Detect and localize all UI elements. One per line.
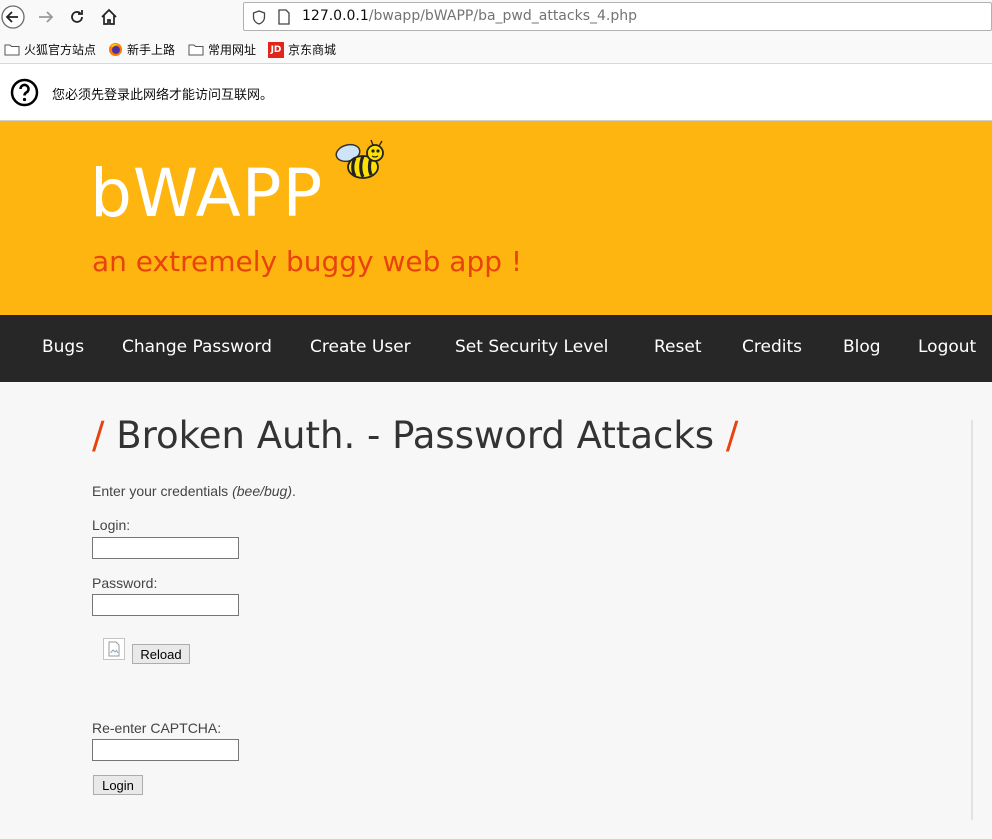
login-input[interactable] (92, 537, 239, 559)
bookmark-label: 常用网址 (208, 43, 257, 57)
home-icon (101, 8, 117, 25)
browser-toolbar: 127.0.0.1/bwapp/bWAPP/ba_pwd_attacks_4.p… (0, 0, 992, 34)
url-path: /bwapp/bWAPP/ba_pwd_attacks_4.php (368, 8, 637, 24)
intro-period: . (292, 483, 296, 499)
notice-message: 您必须先登录此网络才能访问互联网。 (52, 88, 274, 103)
content-edge (971, 420, 973, 820)
bookmark-item[interactable]: 常用网址 (188, 41, 256, 58)
home-button[interactable] (96, 4, 122, 30)
bookmark-item[interactable]: JD 京东商城 (268, 41, 336, 58)
page-title: / Broken Auth. - Password Attacks / (92, 414, 738, 457)
question-icon (10, 78, 39, 107)
main-content: / Broken Auth. - Password Attacks / Ente… (0, 382, 992, 839)
folder-icon (4, 44, 20, 56)
title-slash: / (92, 414, 105, 457)
menu-item-blog[interactable]: Blog (843, 337, 881, 357)
back-button[interactable] (0, 4, 26, 30)
menu-item-create-user[interactable]: Create User (310, 337, 411, 357)
jd-icon: JD (268, 41, 284, 58)
title-slash: / (725, 414, 739, 457)
bee-icon (335, 139, 384, 179)
intro-text: Enter your credentials (bee/bug). (92, 483, 296, 499)
login-label: Login: (92, 517, 131, 533)
title-text: Broken Auth. - Password Attacks (116, 414, 715, 457)
reload-captcha-button[interactable]: Reload (132, 644, 190, 664)
url-host: 127.0.0.1 (302, 8, 369, 24)
menu-item-reset[interactable]: Reset (654, 337, 702, 357)
bookmark-label: 新手上路 (127, 43, 176, 57)
login-button[interactable]: Login (93, 775, 143, 795)
intro-label: Enter your credentials (92, 483, 233, 499)
password-input[interactable] (92, 594, 239, 616)
url-text: 127.0.0.1/bwapp/bWAPP/ba_pwd_attacks_4.p… (302, 8, 637, 24)
site-logo: bWAPP (90, 155, 324, 232)
broken-image-icon (108, 641, 120, 657)
site-tagline: an extremely buggy web app ! (92, 245, 523, 278)
password-label: Password: (92, 575, 158, 591)
forward-arrow-icon (39, 11, 54, 23)
forward-button[interactable] (33, 4, 59, 30)
reload-page-button[interactable] (64, 4, 90, 30)
firefox-icon (108, 42, 123, 57)
captive-portal-notice: 您必须先登录此网络才能访问互联网。 (0, 64, 992, 121)
shield-icon (252, 10, 266, 25)
menu-item-bugs[interactable]: Bugs (42, 337, 84, 357)
site-header: bWAPP an extremely buggy web app ! (0, 121, 992, 315)
menu-item-set-security-level[interactable]: Set Security Level (455, 337, 608, 357)
menu-item-logout[interactable]: Logout (918, 337, 976, 357)
captcha-input[interactable] (92, 739, 239, 761)
back-arrow-icon (1, 5, 25, 29)
bookmark-label: 京东商城 (288, 43, 337, 57)
menu-item-credits[interactable]: Credits (742, 337, 802, 357)
bookmark-label: 火狐官方站点 (24, 43, 97, 57)
bookmarks-bar: 火狐官方站点 新手上路 常用网址 JD 京东商城 (0, 34, 992, 64)
bookmark-item[interactable]: 火狐官方站点 (4, 41, 96, 58)
credentials-hint: (bee/bug) (232, 483, 293, 499)
captcha-label: Re-enter CAPTCHA: (92, 720, 222, 736)
main-menu: Bugs Change Password Create User Set Sec… (0, 315, 992, 382)
url-bar[interactable]: 127.0.0.1/bwapp/bWAPP/ba_pwd_attacks_4.p… (243, 2, 992, 31)
page-info-icon[interactable] (277, 9, 291, 25)
folder-icon (188, 44, 204, 56)
captcha-image (103, 638, 125, 660)
reload-icon (71, 10, 83, 23)
menu-item-change-password[interactable]: Change Password (122, 337, 272, 357)
bookmark-item[interactable]: 新手上路 (108, 41, 175, 58)
